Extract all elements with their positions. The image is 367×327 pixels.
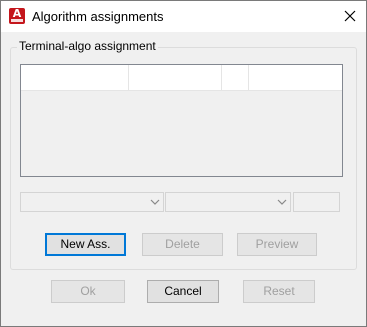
ok-button[interactable]: Ok xyxy=(51,280,125,303)
new-assignment-button[interactable]: New Ass. xyxy=(45,233,126,256)
app-icon: A xyxy=(9,8,25,24)
window-title: Algorithm assignments xyxy=(32,9,164,24)
chevron-down-icon xyxy=(277,199,287,205)
terminal-combo[interactable] xyxy=(20,192,164,212)
chevron-down-icon xyxy=(150,199,160,205)
close-button[interactable] xyxy=(334,1,366,32)
assignment-list[interactable] xyxy=(20,64,343,177)
value-field[interactable] xyxy=(293,192,340,212)
list-header xyxy=(21,65,342,91)
app-icon-underline xyxy=(11,19,23,22)
column-header-4[interactable] xyxy=(249,65,342,91)
column-header-2[interactable] xyxy=(129,65,222,91)
preview-button[interactable]: Preview xyxy=(237,233,317,256)
title-bar[interactable]: A Algorithm assignments xyxy=(1,1,366,32)
close-icon xyxy=(344,10,356,22)
column-header-3[interactable] xyxy=(222,65,249,91)
algorithm-combo[interactable] xyxy=(165,192,291,212)
group-label: Terminal-algo assignment xyxy=(17,39,158,53)
column-header-1[interactable] xyxy=(21,65,129,91)
delete-button[interactable]: Delete xyxy=(142,233,223,256)
reset-button[interactable]: Reset xyxy=(243,280,315,303)
cancel-button[interactable]: Cancel xyxy=(147,280,219,303)
algorithm-assignments-dialog: A Algorithm assignments Terminal-algo as… xyxy=(0,0,367,327)
